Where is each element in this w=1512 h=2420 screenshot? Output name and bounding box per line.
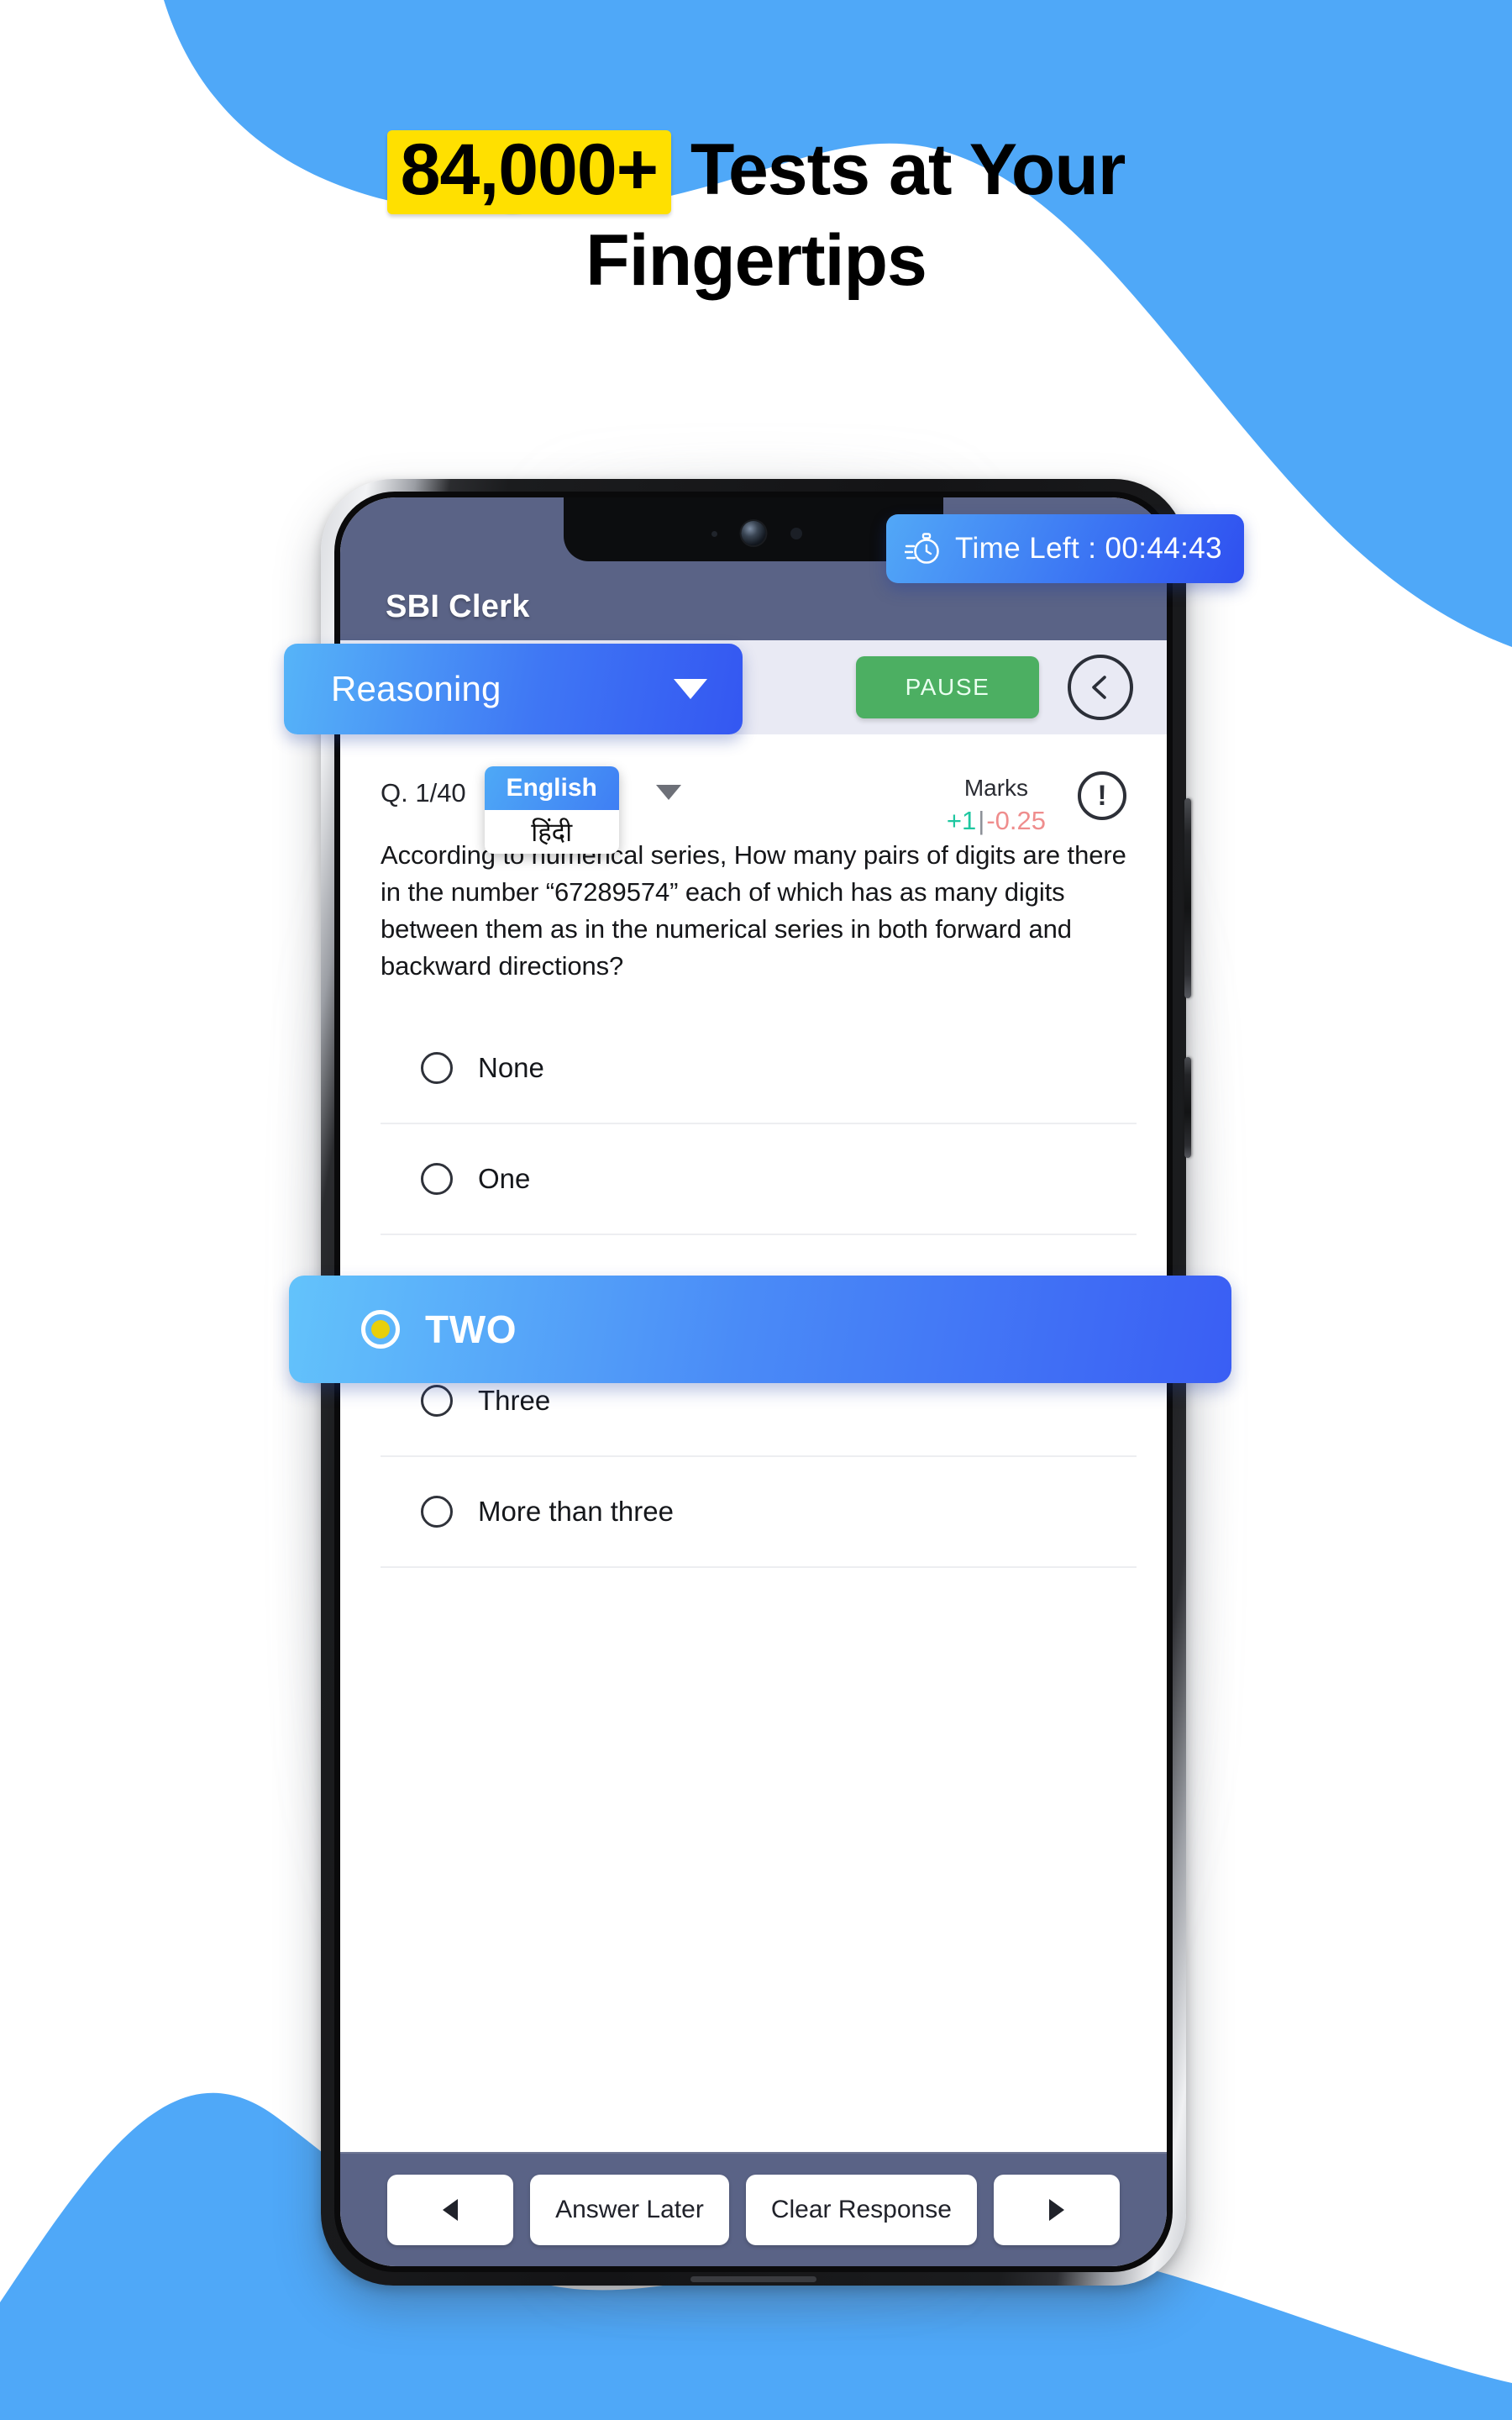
- subject-dropdown[interactable]: Reasoning: [284, 644, 743, 734]
- language-option-hindi[interactable]: हिंदी: [485, 810, 619, 854]
- sensor-dot-icon: [711, 531, 717, 537]
- option-row-more-than-three[interactable]: More than three: [381, 1457, 1137, 1569]
- question-panel: Q. 1/40 English हिंदी Marks +1|-0.25 ! A…: [340, 734, 1167, 2152]
- option-label: TWO: [425, 1307, 517, 1351]
- headline: 84,000+ Tests at Your Fingertips: [0, 130, 1512, 302]
- next-question-button[interactable]: [993, 2175, 1120, 2245]
- stopwatch-icon: [905, 533, 939, 564]
- timer-label: Time Left : 00:44:43: [955, 532, 1222, 565]
- language-option-english[interactable]: English: [484, 766, 619, 810]
- marks-negative: -0.25: [986, 806, 1046, 835]
- option-label: One: [478, 1163, 531, 1195]
- chevron-left-icon: [1092, 676, 1106, 699]
- headline-line-2: Fingertips: [585, 220, 927, 301]
- option-row-one[interactable]: One: [381, 1124, 1137, 1236]
- language-chevron-down-icon[interactable]: [655, 785, 681, 800]
- marks-label: Marks: [963, 775, 1029, 801]
- proximity-sensor-icon: [790, 528, 802, 539]
- subject-label: Reasoning: [331, 669, 501, 708]
- question-meta-row: Q. 1/40 English हिंदी Marks +1|-0.25 !: [340, 734, 1167, 854]
- headline-line-1: 84,000+ Tests at Your: [0, 130, 1512, 214]
- phone-power-button: [1184, 1057, 1191, 1158]
- front-camera-icon: [741, 521, 766, 545]
- option-row-none[interactable]: None: [381, 1013, 1137, 1125]
- option-label: More than three: [478, 1496, 674, 1528]
- timer-badge: Time Left : 00:44:43: [886, 514, 1244, 583]
- phone-bottom-speaker: [690, 2276, 816, 2282]
- option-label: None: [478, 1052, 544, 1084]
- exclamation-glyph: !: [1097, 779, 1107, 812]
- option-row-two-selected[interactable]: TWO: [289, 1276, 1231, 1383]
- page-title: SBI Clerk: [386, 589, 530, 624]
- bottom-navigation: Answer Later Clear Response: [340, 2152, 1167, 2266]
- headline-rest: Tests at Your: [690, 129, 1126, 210]
- language-selector[interactable]: English हिंदी: [484, 766, 619, 854]
- radio-icon[interactable]: [421, 1385, 453, 1418]
- option-label: Three: [478, 1385, 551, 1417]
- marks-values: +1|-0.25: [947, 806, 1046, 836]
- exclamation-circle-icon[interactable]: !: [1078, 771, 1126, 820]
- triangle-left-icon: [443, 2199, 459, 2221]
- back-button[interactable]: [1068, 655, 1133, 720]
- marks-positive: +1: [946, 806, 977, 835]
- radio-icon[interactable]: [421, 1496, 453, 1528]
- subject-chevron-down-icon: [674, 679, 707, 699]
- previous-question-button[interactable]: [387, 2175, 514, 2245]
- marks-separator: |: [978, 806, 985, 835]
- headline-badge: 84,000+: [386, 130, 671, 214]
- pause-button[interactable]: PAUSE: [856, 656, 1039, 718]
- triangle-right-icon: [1048, 2199, 1064, 2221]
- language-menu[interactable]: English हिंदी: [484, 766, 619, 854]
- phone-volume-button: [1184, 798, 1191, 998]
- answer-later-button[interactable]: Answer Later: [530, 2175, 729, 2245]
- clear-response-button[interactable]: Clear Response: [745, 2175, 977, 2245]
- radio-selected-icon[interactable]: [361, 1310, 400, 1349]
- marks-block: Marks +1|-0.25: [947, 766, 1046, 836]
- question-counter: Q. 1/40: [381, 778, 466, 808]
- radio-icon[interactable]: [421, 1163, 453, 1196]
- question-text: According to numerical series, How many …: [381, 840, 1126, 981]
- radio-icon[interactable]: [421, 1052, 453, 1085]
